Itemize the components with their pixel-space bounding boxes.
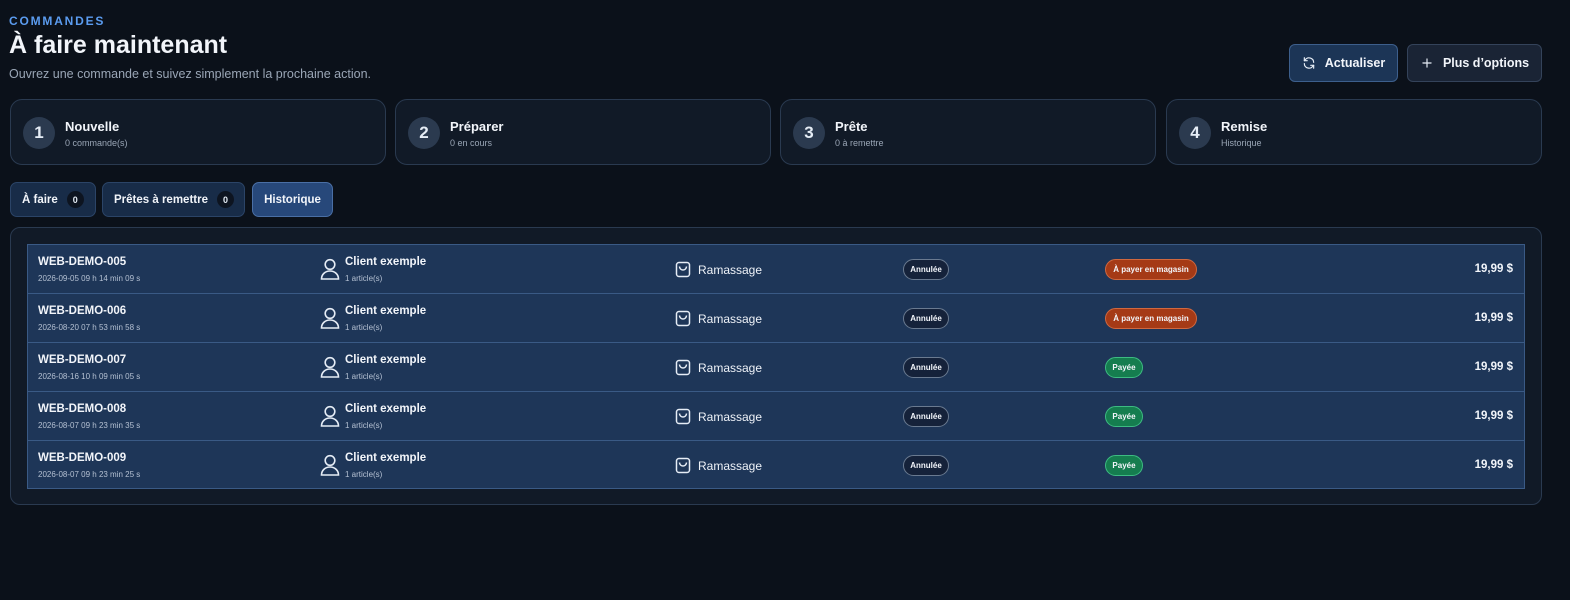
client-name: Client exemple bbox=[345, 354, 427, 366]
step-number: 2 bbox=[408, 117, 440, 149]
client-name: Client exemple bbox=[345, 452, 427, 464]
order-amount: 19,99 $ bbox=[1474, 410, 1513, 422]
order-status-badge: Annulée bbox=[903, 406, 949, 427]
client-name: Client exemple bbox=[345, 256, 427, 268]
order-amount: 19,99 $ bbox=[1474, 361, 1513, 373]
tab-count-badge: 0 bbox=[66, 191, 84, 208]
user-icon bbox=[320, 454, 340, 476]
order-row[interactable]: WEB-DEMO-009 2026-08-07 09 h 23 min 25 s… bbox=[28, 441, 1524, 488]
client-items: 1 article(s) bbox=[345, 323, 383, 332]
step-subtitle: Historique bbox=[1221, 138, 1262, 148]
step-title: Remise bbox=[1221, 119, 1268, 134]
step-card-ready: 3 Prête 0 à remettre bbox=[780, 99, 1156, 165]
client-items: 1 article(s) bbox=[345, 274, 383, 283]
shopping-bag-icon bbox=[675, 457, 691, 474]
step-number: 3 bbox=[793, 117, 825, 149]
payment-badge: À payer en magasin bbox=[1105, 259, 1197, 280]
order-row[interactable]: WEB-DEMO-005 2026-09-05 09 h 14 min 09 s… bbox=[28, 245, 1524, 294]
order-id: WEB-DEMO-007 bbox=[38, 354, 127, 366]
user-icon bbox=[320, 405, 340, 427]
order-id: WEB-DEMO-009 bbox=[38, 452, 127, 464]
pickup-mode: Ramassage bbox=[698, 361, 763, 375]
order-date: 2026-08-16 10 h 09 min 05 s bbox=[38, 372, 141, 381]
step-card-handed-over: 4 Remise Historique bbox=[1166, 99, 1542, 165]
more-options-button[interactable]: Plus d’options bbox=[1407, 44, 1542, 82]
tab-label: Historique bbox=[264, 193, 321, 206]
payment-badge: Payée bbox=[1105, 406, 1143, 427]
orders-panel: WEB-DEMO-005 2026-09-05 09 h 14 min 09 s… bbox=[10, 227, 1542, 505]
tab-count-badge: 0 bbox=[216, 191, 234, 208]
step-title: Prête bbox=[835, 119, 868, 134]
client-items: 1 article(s) bbox=[345, 372, 383, 381]
page-title: À faire maintenant bbox=[9, 31, 228, 59]
step-number: 1 bbox=[23, 117, 55, 149]
order-id: WEB-DEMO-005 bbox=[38, 256, 127, 268]
client-items: 1 article(s) bbox=[345, 470, 383, 479]
order-amount: 19,99 $ bbox=[1474, 263, 1513, 275]
client-name: Client exemple bbox=[345, 305, 427, 317]
pickup-mode: Ramassage bbox=[698, 459, 763, 473]
order-row[interactable]: WEB-DEMO-008 2026-08-07 09 h 23 min 35 s… bbox=[28, 392, 1524, 441]
order-date: 2026-09-05 09 h 14 min 09 s bbox=[38, 274, 141, 283]
user-icon bbox=[320, 258, 340, 280]
shopping-bag-icon bbox=[675, 310, 691, 327]
order-status-badge: Annulée bbox=[903, 455, 949, 476]
step-title: Préparer bbox=[450, 119, 504, 134]
refresh-icon bbox=[1303, 57, 1315, 69]
tab-ready-to-hand-over[interactable]: Prêtes à remettre 0 bbox=[102, 182, 245, 217]
step-subtitle: 0 en cours bbox=[450, 138, 493, 148]
order-date: 2026-08-20 07 h 53 min 58 s bbox=[38, 323, 141, 332]
order-status-badge: Annulée bbox=[903, 259, 949, 280]
pickup-mode: Ramassage bbox=[698, 410, 763, 424]
step-title: Nouvelle bbox=[65, 119, 120, 134]
shopping-bag-icon bbox=[675, 359, 691, 376]
orders-table: WEB-DEMO-005 2026-09-05 09 h 14 min 09 s… bbox=[27, 244, 1525, 489]
refresh-button[interactable]: Actualiser bbox=[1289, 44, 1398, 82]
user-icon bbox=[320, 307, 340, 329]
order-status-badge: Annulée bbox=[903, 308, 949, 329]
user-icon bbox=[320, 356, 340, 378]
order-date: 2026-08-07 09 h 23 min 25 s bbox=[38, 470, 141, 479]
page-subtitle: Ouvrez une commande et suivez simplement… bbox=[9, 67, 371, 81]
order-row[interactable]: WEB-DEMO-007 2026-08-16 10 h 09 min 05 s… bbox=[28, 343, 1524, 392]
order-amount: 19,99 $ bbox=[1474, 459, 1513, 471]
step-card-new: 1 Nouvelle 0 commande(s) bbox=[10, 99, 386, 165]
plus-icon bbox=[1422, 58, 1432, 68]
order-date: 2026-08-07 09 h 23 min 35 s bbox=[38, 421, 141, 430]
order-id: WEB-DEMO-006 bbox=[38, 305, 127, 317]
step-number: 4 bbox=[1179, 117, 1211, 149]
tab-label: À faire bbox=[22, 193, 58, 206]
step-card-prepare: 2 Préparer 0 en cours bbox=[395, 99, 771, 165]
shopping-bag-icon bbox=[675, 261, 691, 278]
tab-history[interactable]: Historique bbox=[252, 182, 333, 217]
order-amount: 19,99 $ bbox=[1474, 312, 1513, 324]
client-name: Client exemple bbox=[345, 403, 427, 415]
refresh-button-label: Actualiser bbox=[1324, 56, 1386, 70]
tab-todo[interactable]: À faire 0 bbox=[10, 182, 96, 217]
order-id: WEB-DEMO-008 bbox=[38, 403, 127, 415]
page-eyebrow: COMMANDES bbox=[9, 14, 106, 28]
order-row[interactable]: WEB-DEMO-006 2026-08-20 07 h 53 min 58 s… bbox=[28, 294, 1524, 343]
client-items: 1 article(s) bbox=[345, 421, 383, 430]
tab-label: Prêtes à remettre bbox=[114, 193, 208, 206]
pickup-mode: Ramassage bbox=[698, 263, 763, 277]
payment-badge: Payée bbox=[1105, 455, 1143, 476]
step-subtitle: 0 à remettre bbox=[835, 138, 884, 148]
payment-badge: À payer en magasin bbox=[1105, 308, 1197, 329]
pickup-mode: Ramassage bbox=[698, 312, 763, 326]
payment-badge: Payée bbox=[1105, 357, 1143, 378]
order-status-badge: Annulée bbox=[903, 357, 949, 378]
more-options-button-label: Plus d’options bbox=[1442, 56, 1530, 70]
step-subtitle: 0 commande(s) bbox=[65, 138, 128, 148]
shopping-bag-icon bbox=[675, 408, 691, 425]
